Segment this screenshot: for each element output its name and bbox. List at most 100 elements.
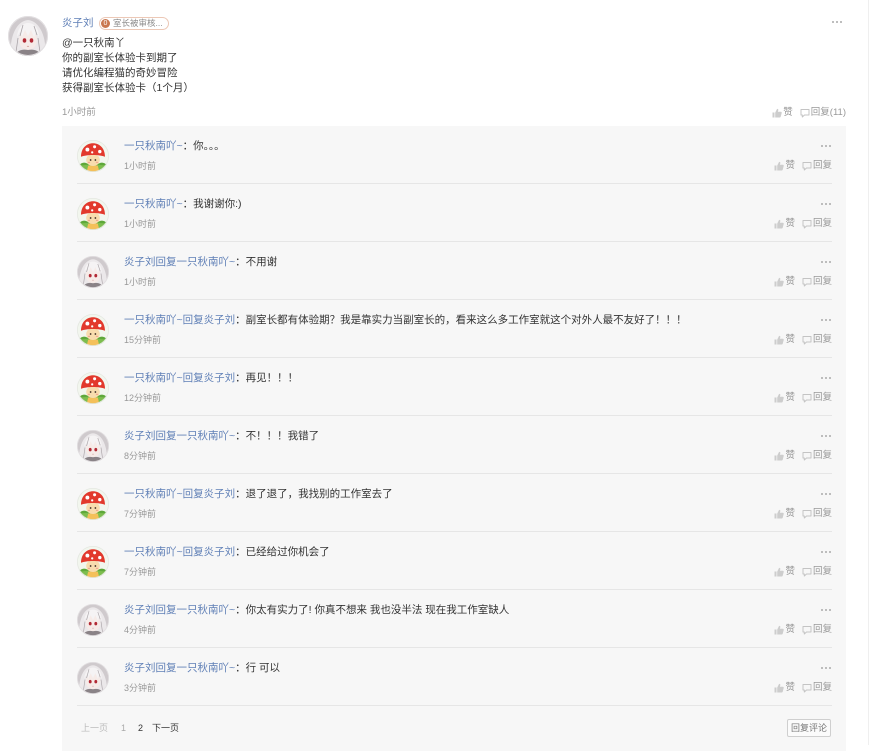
reply-target-link[interactable]: 炎子刘 bbox=[204, 488, 236, 500]
reply-content: 我谢谢你:) bbox=[193, 198, 242, 210]
reply-connector: 回复 bbox=[155, 256, 177, 268]
anime-girl-avatar[interactable] bbox=[77, 256, 109, 288]
like-button[interactable]: 赞 bbox=[774, 159, 795, 173]
reply-author-link[interactable]: 一只秋南吖~ bbox=[124, 140, 183, 152]
mushroom-avatar[interactable] bbox=[77, 372, 109, 404]
reply-comment-button[interactable]: 回复评论 bbox=[787, 719, 831, 737]
reply-button[interactable]: 回复 bbox=[802, 565, 832, 579]
reply-author-link[interactable]: 炎子刘 bbox=[124, 604, 156, 616]
reply-target-link[interactable]: 一只秋南吖~ bbox=[177, 662, 236, 674]
more-dots-icon[interactable] bbox=[820, 550, 832, 554]
reply-colon: ： bbox=[235, 488, 246, 500]
reply-author-link[interactable]: 炎子刘 bbox=[124, 430, 156, 442]
page-link-2[interactable]: 2 bbox=[138, 722, 143, 734]
comment-icon bbox=[802, 568, 812, 577]
reply-button[interactable]: 回复 bbox=[802, 333, 832, 347]
reply-author-link[interactable]: 炎子刘 bbox=[124, 256, 156, 268]
reply-button[interactable]: 回复 bbox=[802, 275, 832, 289]
more-dots-icon[interactable] bbox=[820, 318, 832, 322]
mushroom-avatar[interactable] bbox=[77, 314, 109, 346]
post-author-link[interactable]: 炎子刘 bbox=[62, 16, 94, 30]
reply-content: 不用谢 bbox=[245, 256, 278, 268]
reply-connector: 回复 bbox=[182, 372, 204, 384]
reply-author-link[interactable]: 一只秋南吖~ bbox=[124, 372, 183, 384]
reply-target-link[interactable]: 炎子刘 bbox=[204, 314, 236, 326]
comment-icon bbox=[802, 394, 812, 403]
reply-item: 炎子刘回复一只秋南吖~：你太有实力了! 你真不想来 我也没半法 现在我工作室缺人… bbox=[77, 590, 832, 648]
reply-colon: ： bbox=[182, 140, 194, 152]
reply-button[interactable]: 回复 bbox=[802, 159, 832, 173]
reply-target-link[interactable]: 一只秋南吖~ bbox=[177, 430, 236, 442]
reply-colon: ： bbox=[235, 604, 246, 616]
more-dots-icon[interactable] bbox=[820, 434, 832, 438]
reply-count-label: 回复(11) bbox=[810, 107, 846, 118]
anime-girl-avatar[interactable] bbox=[8, 16, 48, 56]
thumbs-up-icon bbox=[774, 509, 785, 519]
reply-author-link[interactable]: 一只秋南吖~ bbox=[124, 546, 183, 558]
reply-text: 一只秋南吖~回复炎子刘：副室长都有体验期？我是靠实力当副室长的，看来这么多工作室… bbox=[124, 313, 687, 327]
post-actions: 赞 回复(11) bbox=[772, 106, 846, 120]
more-dots-icon[interactable] bbox=[831, 20, 843, 24]
like-button[interactable]: 赞 bbox=[774, 623, 795, 637]
like-button[interactable]: 赞 bbox=[774, 217, 795, 231]
reply-label: 回复 bbox=[812, 450, 832, 461]
more-dots-icon[interactable] bbox=[820, 666, 832, 670]
reply-button[interactable]: 回复 bbox=[802, 217, 832, 231]
reply-author-link[interactable]: 一只秋南吖~ bbox=[124, 198, 183, 210]
reply-target-link[interactable]: 一只秋南吖~ bbox=[177, 604, 236, 616]
like-button[interactable]: 赞 bbox=[774, 333, 795, 347]
more-dots-icon[interactable] bbox=[820, 260, 832, 264]
anime-girl-avatar[interactable] bbox=[77, 662, 109, 694]
more-dots-icon[interactable] bbox=[820, 202, 832, 206]
reply-count-button[interactable]: 回复(11) bbox=[800, 106, 846, 120]
reply-connector: 回复 bbox=[182, 546, 204, 558]
reply-target-link[interactable]: 炎子刘 bbox=[204, 372, 236, 384]
like-button[interactable]: 赞 bbox=[774, 507, 795, 521]
more-dots-icon[interactable] bbox=[820, 376, 832, 380]
reply-button[interactable]: 回复 bbox=[802, 391, 832, 405]
like-button[interactable]: 赞 bbox=[774, 565, 795, 579]
reply-button[interactable]: 回复 bbox=[802, 507, 832, 521]
next-page-link[interactable]: 下一页 bbox=[152, 722, 179, 734]
pagination: 上一页 1 2 下一页 回复评论 bbox=[62, 706, 846, 750]
reply-author-link[interactable]: 一只秋南吖~ bbox=[124, 314, 183, 326]
reply-content: 你。。。 bbox=[193, 140, 225, 152]
reply-label: 回复 bbox=[812, 218, 832, 229]
like-button[interactable]: 赞 bbox=[772, 106, 793, 120]
mushroom-avatar[interactable] bbox=[77, 546, 109, 578]
reply-target-link[interactable]: 炎子刘 bbox=[204, 546, 236, 558]
page-link-1[interactable]: 1 bbox=[121, 722, 126, 734]
more-dots-icon[interactable] bbox=[820, 492, 832, 496]
like-label: 赞 bbox=[785, 276, 795, 287]
reply-author-link[interactable]: 一只秋南吖~ bbox=[124, 488, 183, 500]
reply-label: 回复 bbox=[812, 392, 832, 403]
mushroom-avatar[interactable] bbox=[77, 140, 109, 172]
avatar-image bbox=[77, 256, 109, 288]
comment-icon bbox=[802, 336, 812, 345]
reply-target-link[interactable]: 一只秋南吖~ bbox=[177, 256, 236, 268]
like-button[interactable]: 赞 bbox=[774, 391, 795, 405]
more-dots-icon[interactable] bbox=[820, 608, 832, 612]
reply-connector: 回复 bbox=[182, 488, 204, 500]
anime-girl-avatar[interactable] bbox=[77, 430, 109, 462]
role-badge[interactable]: 0 室长被审核... bbox=[99, 17, 169, 30]
reply-button[interactable]: 回复 bbox=[802, 681, 832, 695]
reply-item: 一只秋南吖~回复炎子刘：副室长都有体验期？我是靠实力当副室长的，看来这么多工作室… bbox=[77, 300, 832, 358]
like-button[interactable]: 赞 bbox=[774, 449, 795, 463]
reply-author-link[interactable]: 炎子刘 bbox=[124, 662, 156, 674]
badge-level: 0 bbox=[101, 19, 110, 28]
anime-girl-avatar[interactable] bbox=[77, 604, 109, 636]
mushroom-avatar[interactable] bbox=[77, 488, 109, 520]
comment-icon bbox=[802, 278, 812, 287]
thumbs-up-icon bbox=[772, 108, 783, 118]
prev-page-link[interactable]: 上一页 bbox=[81, 722, 108, 734]
like-button[interactable]: 赞 bbox=[774, 681, 795, 695]
like-label: 赞 bbox=[785, 334, 795, 345]
more-dots-icon[interactable] bbox=[820, 144, 832, 148]
reply-button[interactable]: 回复 bbox=[802, 623, 832, 637]
mushroom-avatar[interactable] bbox=[77, 198, 109, 230]
thumbs-up-icon bbox=[774, 277, 785, 287]
reply-actions: 赞 回复 bbox=[774, 623, 832, 637]
reply-button[interactable]: 回复 bbox=[802, 449, 832, 463]
like-button[interactable]: 赞 bbox=[774, 275, 795, 289]
